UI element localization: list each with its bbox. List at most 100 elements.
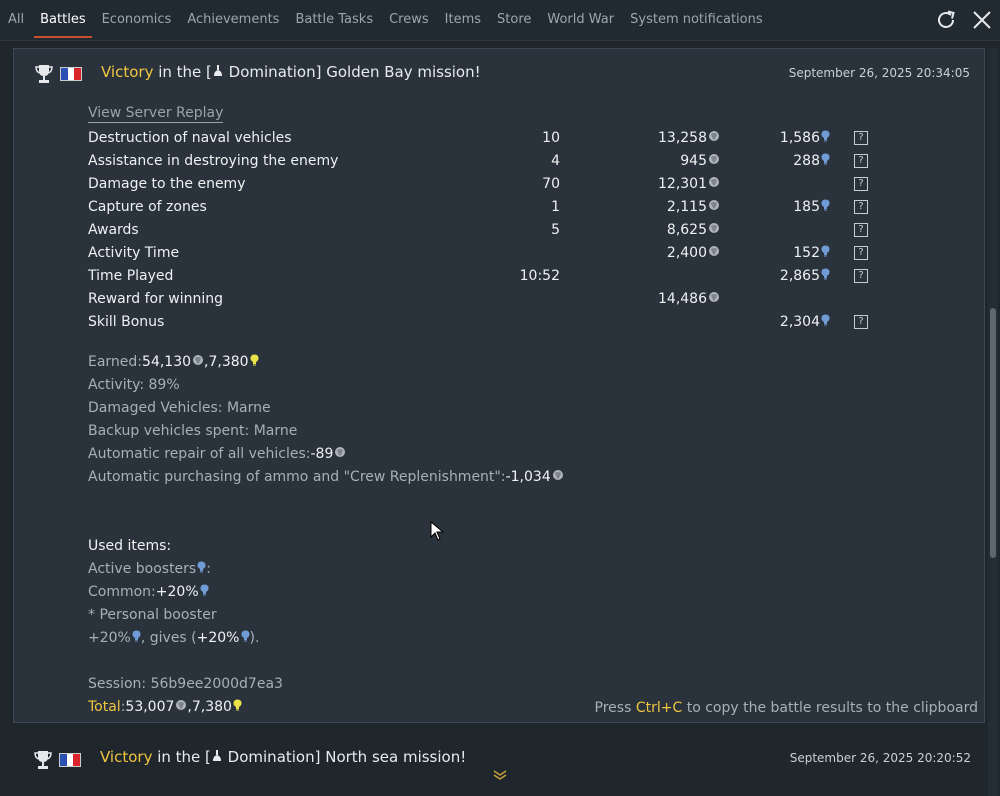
reward-silver: 12,301	[658, 176, 720, 192]
personal-booster-value-line: +20%, gives (+20%).	[88, 627, 564, 650]
battle-result-panel: Victory in the [ Domination] Golden Bay …	[13, 48, 985, 723]
reward-count: 5	[551, 222, 560, 238]
reward-label: Assistance in destroying the enemy	[88, 153, 339, 169]
rp-bulb-icon	[820, 314, 830, 330]
result-label: Victory	[101, 63, 154, 81]
earned-rp: 7,380	[208, 354, 249, 370]
scrollbar-thumb[interactable]	[990, 308, 996, 558]
tab-crews[interactable]: Crews	[381, 0, 437, 40]
reward-silver: 14,486	[658, 291, 720, 307]
activity-line: Activity: 89%	[88, 377, 180, 393]
reward-label: Skill Bonus	[88, 314, 165, 330]
reward-row: Activity Time 2,400 152?	[88, 243, 868, 266]
tab-battles[interactable]: Battles	[32, 0, 93, 40]
help-icon[interactable]: ?	[854, 200, 868, 214]
close-icon[interactable]	[970, 8, 994, 32]
reward-silver: 13,258	[658, 130, 720, 146]
copy-hint: Press Ctrl+C to copy the battle results …	[594, 700, 978, 716]
tab-items[interactable]: Items	[437, 0, 489, 40]
message-title: Victory in the [ Domination] North sea m…	[100, 748, 467, 766]
help-icon[interactable]: ?	[854, 315, 868, 329]
reward-rp: 152	[793, 245, 830, 261]
message-icons	[33, 749, 81, 771]
reward-label: Destruction of naval vehicles	[88, 130, 292, 146]
message-header: Victory in the [ Domination] Golden Bay …	[14, 49, 984, 97]
reward-silver: 945	[680, 153, 720, 169]
tab-world-war[interactable]: World War	[539, 0, 622, 40]
active-boosters-line: Active boosters :	[88, 558, 564, 581]
used-items-heading: Used items:	[88, 538, 172, 554]
reward-rp: 2,865	[780, 268, 830, 284]
reward-label: Awards	[88, 222, 139, 238]
message-datetime: September 26, 2025 20:34:05	[788, 66, 970, 80]
battle-summary: Earned: 54,130, 7,380 Activity: 89% Dama…	[88, 351, 564, 719]
reward-rp: 2,304	[780, 314, 830, 330]
tab-economics[interactable]: Economics	[94, 0, 180, 40]
tab-achievements[interactable]: Achievements	[179, 0, 287, 40]
help-icon[interactable]: ?	[854, 223, 868, 237]
reward-label: Time Played	[88, 268, 174, 284]
reward-silver: 8,625	[667, 222, 720, 238]
help-icon[interactable]: ?	[854, 177, 868, 191]
silver-lion-icon	[707, 222, 720, 238]
reward-label: Damage to the enemy	[88, 176, 246, 192]
reward-count: 1	[551, 199, 560, 215]
tab-battle-tasks[interactable]: Battle Tasks	[287, 0, 381, 40]
reward-row: Assistance in destroying the enemy 4 945 28…	[88, 151, 868, 174]
reward-count: 10	[542, 130, 560, 146]
reward-rp: 1,586	[780, 130, 830, 146]
rp-bulb-icon	[249, 351, 259, 374]
repair-line: Automatic repair of all vehicles: -89	[88, 443, 564, 466]
reward-rp: 185	[793, 199, 830, 215]
reward-count: 10:52	[519, 268, 560, 284]
silver-lion-icon	[707, 245, 720, 261]
scrollbar[interactable]	[988, 48, 998, 796]
reward-row: Destruction of naval vehicles 10 13,258 1,5…	[88, 128, 868, 151]
earned-line: Earned: 54,130, 7,380	[88, 351, 564, 374]
help-icon[interactable]: ?	[854, 246, 868, 260]
help-icon[interactable]: ?	[854, 131, 868, 145]
silver-lion-icon	[191, 351, 204, 374]
tab-system-notifications[interactable]: System notifications	[622, 0, 771, 40]
rp-bulb-icon	[196, 558, 206, 581]
help-icon[interactable]: ?	[854, 269, 868, 283]
window-controls	[934, 8, 994, 32]
rp-bulb-icon	[240, 627, 250, 650]
silver-lion-icon	[707, 291, 720, 307]
silver-lion-icon	[707, 199, 720, 215]
top-bar: All Battles Economics Achievements Battl…	[0, 0, 1000, 41]
rp-bulb-icon	[131, 627, 141, 650]
reward-label: Reward for winning	[88, 291, 224, 307]
reward-rows: Destruction of naval vehicles 10 13,258 1,5…	[88, 128, 868, 335]
ammo-purchase-line: Automatic purchasing of ammo and "Crew R…	[88, 466, 564, 489]
reward-count: 4	[551, 153, 560, 169]
view-server-replay-link[interactable]: View Server Replay	[88, 105, 224, 123]
chevron-down-icon[interactable]	[493, 770, 507, 780]
silver-lion-icon	[707, 130, 720, 146]
reward-row: Skill Bonus 2,304?	[88, 312, 868, 335]
rp-bulb-icon	[199, 581, 209, 604]
domination-icon	[213, 65, 222, 76]
reward-row: Reward for winning 14,486	[88, 289, 868, 312]
france-flag-icon	[60, 67, 82, 81]
silver-lion-icon	[333, 443, 346, 466]
message-title: Victory in the [ Domination] Golden Bay …	[101, 63, 481, 81]
rp-bulb-icon	[820, 153, 830, 169]
common-booster-line: Common: +20%	[88, 581, 564, 604]
tab-store[interactable]: Store	[489, 0, 539, 40]
total-line: Total: 53,007, 7,380	[88, 696, 564, 719]
help-icon[interactable]: ?	[854, 154, 868, 168]
rp-bulb-icon	[232, 696, 242, 719]
rp-bulb-icon	[820, 268, 830, 284]
rp-bulb-icon	[820, 130, 830, 146]
reward-count: 70	[542, 176, 560, 192]
tab-bar: All Battles Economics Achievements Battl…	[0, 0, 771, 40]
total-rp: 7,380	[191, 699, 232, 715]
tab-all[interactable]: All	[0, 0, 32, 40]
reward-row: Time Played 10:52 2,865?	[88, 266, 868, 289]
personal-booster-line: * Personal booster	[88, 607, 217, 623]
refresh-icon[interactable]	[934, 8, 958, 32]
reward-label: Activity Time	[88, 245, 180, 261]
reward-silver: 2,115	[667, 199, 720, 215]
rp-bulb-icon	[820, 199, 830, 215]
